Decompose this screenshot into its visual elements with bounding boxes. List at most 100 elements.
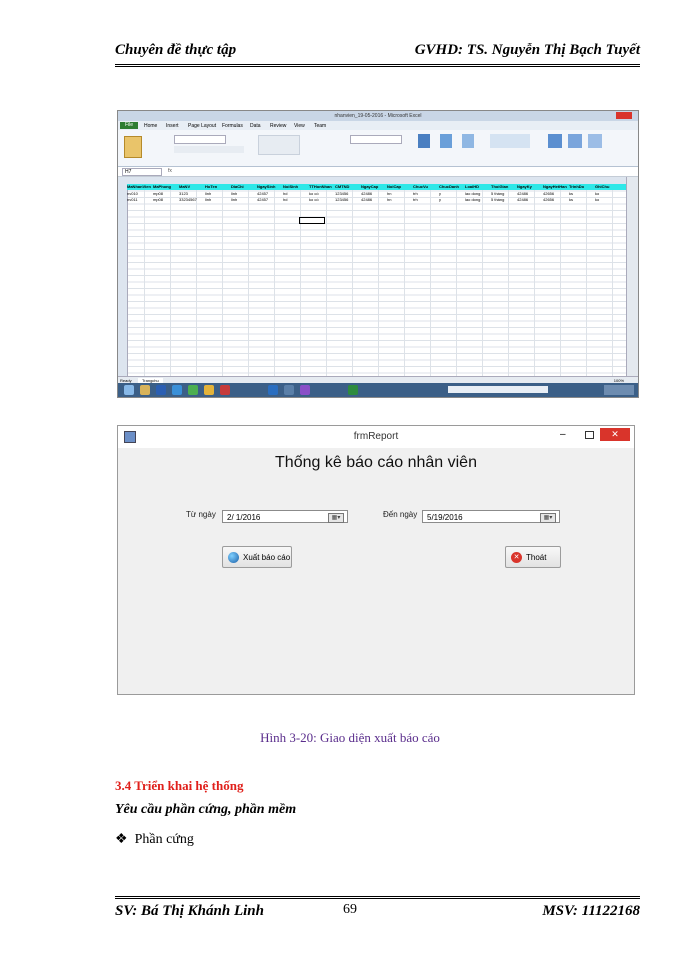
header-cell[interactable]: NoiSinh — [283, 184, 309, 189]
calendar-dropdown-icon[interactable]: ▦▾ — [540, 513, 556, 523]
excel-tab-page-layout[interactable]: Page Layout — [188, 123, 216, 129]
format-table-icon[interactable] — [440, 134, 452, 148]
table-cell[interactable]: hd — [283, 191, 309, 196]
maximize-button[interactable] — [585, 431, 594, 439]
find-select-icon[interactable] — [588, 134, 602, 148]
table-cell[interactable]: ks — [569, 197, 595, 202]
excel-close-button[interactable] — [616, 112, 632, 119]
visual-studio-icon[interactable] — [300, 385, 310, 395]
table-cell[interactable]: ko — [595, 197, 621, 202]
table-cell[interactable]: mp08 — [153, 197, 179, 202]
table-cell[interactable]: 42486 — [361, 197, 387, 202]
table-cell[interactable]: hd — [283, 197, 309, 202]
table-cell[interactable]: ks — [569, 191, 595, 196]
header-cell[interactable]: MaNV — [179, 184, 205, 189]
excel-tab-review[interactable]: Review — [270, 123, 286, 129]
header-cell[interactable]: GhiChu — [595, 184, 621, 189]
start-icon[interactable] — [124, 385, 134, 395]
header-cell[interactable]: NgayCap — [361, 184, 387, 189]
chrome-icon[interactable] — [204, 385, 214, 395]
table-cell[interactable]: 123456 — [335, 191, 361, 196]
to-date-picker[interactable]: 5/19/2016 ▦▾ — [422, 510, 560, 523]
header-cell[interactable]: MaPhong — [153, 184, 179, 189]
taskbar-search-box[interactable] — [448, 386, 548, 393]
table-cell[interactable]: 42656 — [543, 191, 569, 196]
paste-icon[interactable] — [124, 136, 142, 158]
excel-tab-home[interactable]: Home — [144, 123, 157, 129]
table-cell[interactable]: trh — [413, 191, 439, 196]
excel-taskbar-icon[interactable] — [348, 385, 358, 395]
table-cell[interactable]: 42486 — [517, 191, 543, 196]
excel-tab-insert[interactable]: Insert — [166, 123, 179, 129]
ie-icon[interactable] — [172, 385, 182, 395]
number-format-box[interactable] — [350, 135, 402, 144]
table-cell[interactable]: y — [439, 197, 465, 202]
table-cell[interactable]: linh — [205, 197, 231, 202]
table-cell[interactable]: 42457 — [257, 191, 283, 196]
header-cell[interactable]: ChucDanh — [439, 184, 465, 189]
font-format-icons[interactable] — [174, 146, 244, 153]
table-cell[interactable]: ko — [595, 191, 621, 196]
excel-tab-formulas[interactable]: Formulas — [222, 123, 243, 129]
excel-tab-team[interactable]: Team — [314, 123, 326, 129]
cell-styles-icon[interactable] — [462, 134, 474, 148]
table-cell[interactable]: linh — [231, 191, 257, 196]
name-box[interactable]: H7 — [122, 168, 162, 176]
excel-file-tab[interactable]: File — [120, 122, 138, 129]
table-cell[interactable]: hn — [387, 191, 413, 196]
table-cell[interactable]: nv011 — [127, 197, 153, 202]
excel-tab-view[interactable]: View — [294, 123, 305, 129]
header-cell[interactable]: NgayHetHan — [543, 184, 569, 189]
table-cell[interactable]: 123456 — [335, 197, 361, 202]
conditional-format-icon[interactable] — [418, 134, 430, 148]
sum-icon[interactable] — [548, 134, 562, 148]
word-icon[interactable] — [156, 385, 166, 395]
table-cell[interactable]: nv010 — [127, 191, 153, 196]
sort-filter-icon[interactable] — [568, 134, 582, 148]
header-cell[interactable]: CMTND — [335, 184, 361, 189]
table-cell[interactable]: 5 tháng — [491, 191, 517, 196]
calendar-dropdown-icon[interactable]: ▦▾ — [328, 513, 344, 523]
header-cell[interactable]: DiaChi — [231, 184, 257, 189]
header-cell[interactable]: HoTen — [205, 184, 231, 189]
table-cell[interactable]: lao dong — [465, 197, 491, 202]
folder-icon[interactable] — [140, 385, 150, 395]
header-cell[interactable]: NgayKy — [517, 184, 543, 189]
export-report-button[interactable]: Xuất báo cáo — [222, 546, 292, 568]
header-cell[interactable]: ThoiGian — [491, 184, 517, 189]
header-cell[interactable]: ChucVu — [413, 184, 439, 189]
table-cell[interactable]: 33234567 — [179, 197, 205, 202]
sheet-grid[interactable] — [118, 184, 626, 376]
header-cell[interactable]: MaNhanVien — [127, 184, 153, 189]
header-cell[interactable]: NoiCap — [387, 184, 413, 189]
table-cell[interactable]: ko có — [309, 191, 335, 196]
skype-icon[interactable] — [268, 385, 278, 395]
minimize-button[interactable]: – — [560, 429, 572, 440]
alignment-group[interactable] — [258, 135, 300, 155]
table-cell[interactable]: hn — [387, 197, 413, 202]
table-cell[interactable]: y — [439, 191, 465, 196]
cells-group[interactable] — [490, 134, 530, 148]
close-button[interactable]: ✕ — [600, 428, 630, 441]
table-cell[interactable]: linh — [205, 191, 231, 196]
font-box[interactable] — [174, 135, 226, 144]
table-cell[interactable]: 42486 — [361, 191, 387, 196]
header-cell[interactable]: NgaySinh — [257, 184, 283, 189]
table-cell[interactable]: 42457 — [257, 197, 283, 202]
exit-button[interactable]: ✕ Thoát — [505, 546, 561, 568]
table-cell[interactable]: 42486 — [517, 197, 543, 202]
from-date-picker[interactable]: 2/ 1/2016 ▦▾ — [222, 510, 348, 523]
header-cell[interactable]: LoaiHD — [465, 184, 491, 189]
table-cell[interactable]: trh — [413, 197, 439, 202]
table-cell[interactable]: 3123 — [179, 191, 205, 196]
table-cell[interactable]: lao dong — [465, 191, 491, 196]
app-icon[interactable] — [284, 385, 294, 395]
header-cell[interactable]: TrinhDo — [569, 184, 595, 189]
app-icon[interactable] — [220, 385, 230, 395]
table-cell[interactable]: 5 tháng — [491, 197, 517, 202]
vertical-scrollbar[interactable] — [626, 177, 638, 376]
app-icon[interactable] — [188, 385, 198, 395]
header-cell[interactable]: TTHonNhan — [309, 184, 335, 189]
table-cell[interactable]: 42656 — [543, 197, 569, 202]
table-cell[interactable]: ko có — [309, 197, 335, 202]
